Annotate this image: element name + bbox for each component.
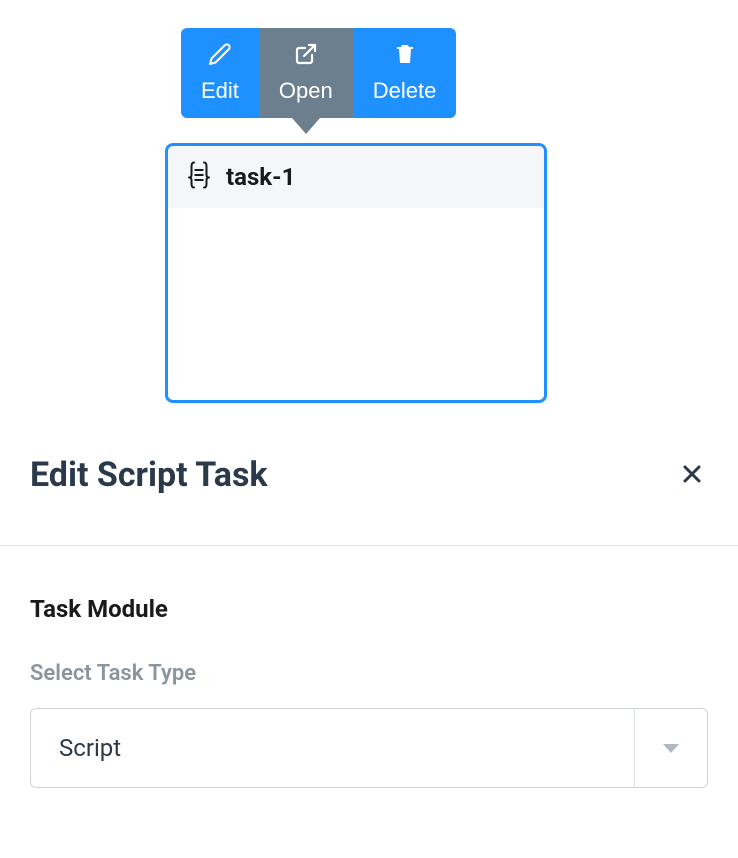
task-toolbar: Edit Open Delete — [181, 28, 456, 118]
open-button[interactable]: Open — [259, 28, 353, 118]
edit-button-label: Edit — [201, 78, 239, 104]
section-title: Task Module — [30, 595, 708, 623]
task-name: task-1 — [226, 163, 295, 191]
active-indicator-arrow — [292, 118, 320, 134]
task-module-section: Task Module Select Task Type Script — [30, 595, 708, 788]
trash-icon — [393, 42, 417, 72]
close-icon — [680, 474, 704, 489]
script-icon — [184, 160, 214, 194]
close-button[interactable] — [676, 458, 708, 493]
pencil-icon — [208, 42, 232, 72]
open-button-label: Open — [279, 78, 333, 104]
task-header: task-1 — [168, 146, 544, 208]
external-link-icon — [294, 42, 318, 72]
delete-button[interactable]: Delete — [353, 28, 457, 118]
delete-button-label: Delete — [373, 78, 437, 104]
task-card[interactable]: task-1 — [165, 143, 547, 403]
select-arrow-wrap — [634, 709, 679, 787]
task-type-value: Script — [59, 734, 121, 762]
panel-header: Edit Script Task — [30, 455, 708, 495]
panel-title: Edit Script Task — [30, 455, 268, 495]
chevron-down-icon — [663, 744, 679, 753]
task-type-label: Select Task Type — [30, 661, 708, 686]
edit-button[interactable]: Edit — [181, 28, 259, 118]
divider — [0, 545, 738, 546]
task-type-select[interactable]: Script — [30, 708, 708, 788]
